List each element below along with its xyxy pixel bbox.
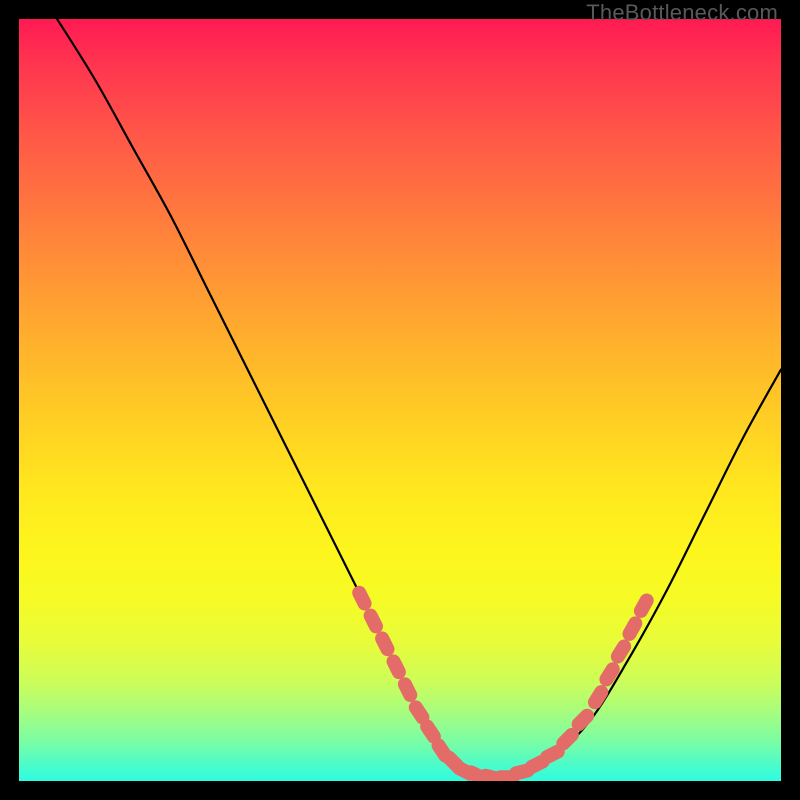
curve-line [57, 19, 781, 778]
highlight-dots [350, 583, 656, 781]
highlight-dot [608, 637, 634, 666]
highlight-dot [373, 629, 397, 659]
highlight-dot [396, 675, 420, 705]
highlight-dot [384, 652, 408, 682]
highlight-dot [350, 583, 374, 613]
highlight-dot [361, 606, 385, 636]
bottleneck-chart [19, 19, 781, 781]
